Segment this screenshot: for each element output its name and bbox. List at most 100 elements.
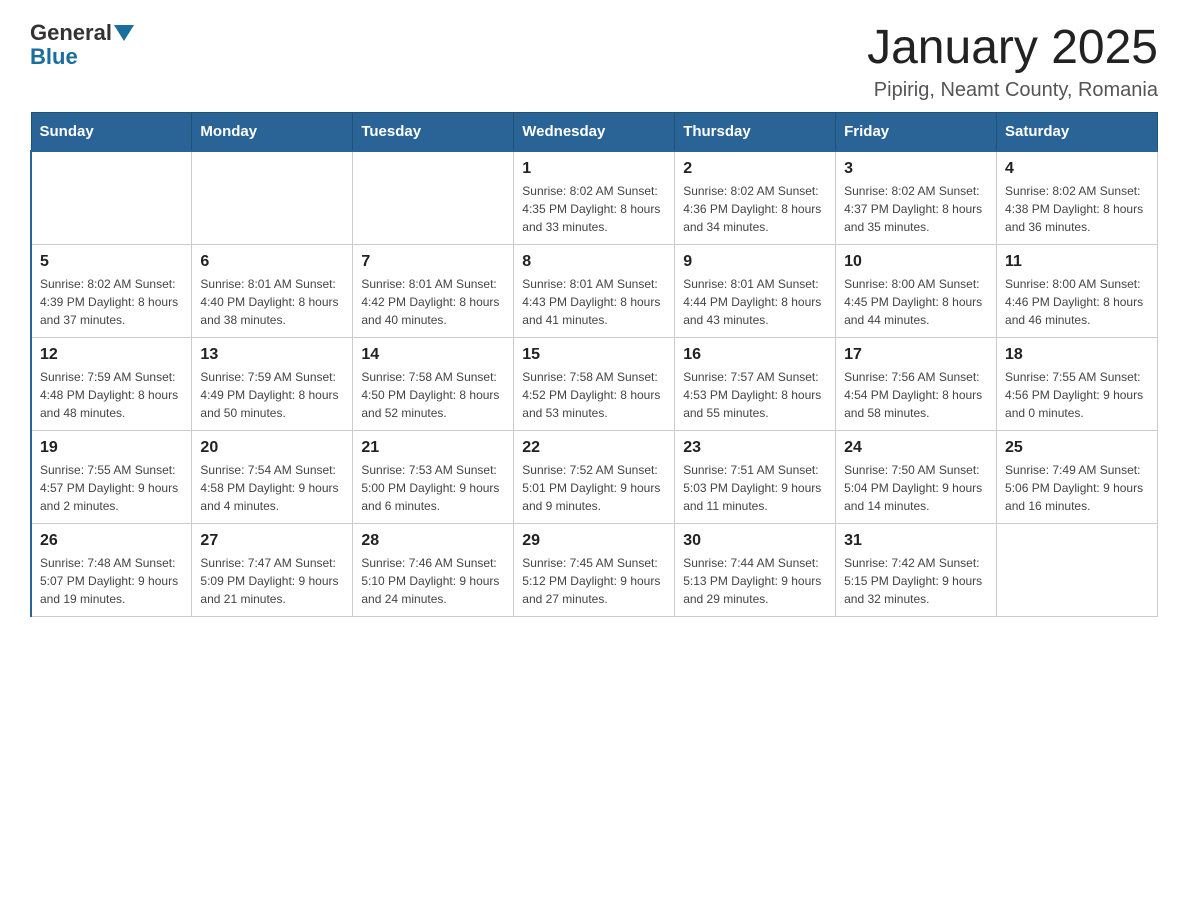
calendar-cell bbox=[31, 151, 192, 245]
day-number: 13 bbox=[200, 346, 344, 364]
day-number: 23 bbox=[683, 439, 827, 457]
day-of-week-header: Saturday bbox=[997, 113, 1158, 152]
day-number: 25 bbox=[1005, 439, 1149, 457]
day-number: 7 bbox=[361, 253, 505, 271]
calendar-cell: 14 Sunrise: 7:58 AM Sunset: 4:50 PM Dayli… bbox=[353, 338, 514, 431]
logo: General Blue bbox=[30, 20, 134, 70]
day-info: Sunrise: 8:02 AM Sunset: 4:37 PM Dayligh… bbox=[844, 182, 988, 236]
day-number: 1 bbox=[522, 160, 666, 178]
day-info: Sunrise: 7:45 AM Sunset: 5:12 PM Dayligh… bbox=[522, 554, 666, 608]
calendar-cell: 29 Sunrise: 7:45 AM Sunset: 5:12 PM Dayli… bbox=[514, 524, 675, 617]
day-number: 19 bbox=[40, 439, 183, 457]
calendar-cell: 9 Sunrise: 8:01 AM Sunset: 4:44 PM Daylig… bbox=[675, 245, 836, 338]
calendar-cell: 7 Sunrise: 8:01 AM Sunset: 4:42 PM Daylig… bbox=[353, 245, 514, 338]
calendar-week-row: 12 Sunrise: 7:59 AM Sunset: 4:48 PM Dayli… bbox=[31, 338, 1158, 431]
day-number: 20 bbox=[200, 439, 344, 457]
day-info: Sunrise: 7:58 AM Sunset: 4:50 PM Dayligh… bbox=[361, 368, 505, 422]
day-info: Sunrise: 8:02 AM Sunset: 4:36 PM Dayligh… bbox=[683, 182, 827, 236]
day-info: Sunrise: 7:55 AM Sunset: 4:57 PM Dayligh… bbox=[40, 461, 183, 515]
calendar-cell: 24Sunrise: 7:50 AM Sunset: 5:04 PM Dayli… bbox=[836, 431, 997, 524]
day-info: Sunrise: 7:48 AM Sunset: 5:07 PM Dayligh… bbox=[40, 554, 183, 608]
calendar-cell bbox=[997, 524, 1158, 617]
calendar-cell: 3Sunrise: 8:02 AM Sunset: 4:37 PM Daylig… bbox=[836, 151, 997, 245]
day-info: Sunrise: 7:56 AM Sunset: 4:54 PM Dayligh… bbox=[844, 368, 988, 422]
title-section: January 2025 Pipirig, Neamt County, Roma… bbox=[867, 20, 1158, 102]
calendar-cell: 16 Sunrise: 7:57 AM Sunset: 4:53 PM Dayli… bbox=[675, 338, 836, 431]
day-number: 10 bbox=[844, 253, 988, 271]
calendar-cell: 1 Sunrise: 8:02 AM Sunset: 4:35 PM Daylig… bbox=[514, 151, 675, 245]
day-number: 16 bbox=[683, 346, 827, 364]
calendar-cell: 6 Sunrise: 8:01 AM Sunset: 4:40 PM Daylig… bbox=[192, 245, 353, 338]
day-number: 4 bbox=[1005, 160, 1149, 178]
calendar-cell: 5Sunrise: 8:02 AM Sunset: 4:39 PM Daylig… bbox=[31, 245, 192, 338]
day-info: Sunrise: 7:57 AM Sunset: 4:53 PM Dayligh… bbox=[683, 368, 827, 422]
calendar-cell: 15Sunrise: 7:58 AM Sunset: 4:52 PM Dayli… bbox=[514, 338, 675, 431]
calendar-cell: 30Sunrise: 7:44 AM Sunset: 5:13 PM Dayli… bbox=[675, 524, 836, 617]
day-info: Sunrise: 8:01 AM Sunset: 4:40 PM Dayligh… bbox=[200, 275, 344, 329]
calendar-cell: 28Sunrise: 7:46 AM Sunset: 5:10 PM Dayli… bbox=[353, 524, 514, 617]
calendar-week-row: 5Sunrise: 8:02 AM Sunset: 4:39 PM Daylig… bbox=[31, 245, 1158, 338]
day-info: Sunrise: 7:47 AM Sunset: 5:09 PM Dayligh… bbox=[200, 554, 344, 608]
calendar-cell: 22 Sunrise: 7:52 AM Sunset: 5:01 PM Dayli… bbox=[514, 431, 675, 524]
day-info: Sunrise: 8:02 AM Sunset: 4:35 PM Dayligh… bbox=[522, 182, 666, 236]
day-info: Sunrise: 8:01 AM Sunset: 4:42 PM Dayligh… bbox=[361, 275, 505, 329]
day-number: 9 bbox=[683, 253, 827, 271]
calendar-cell: 18 Sunrise: 7:55 AM Sunset: 4:56 PM Dayli… bbox=[997, 338, 1158, 431]
day-number: 21 bbox=[361, 439, 505, 457]
calendar-cell: 11 Sunrise: 8:00 AM Sunset: 4:46 PM Dayli… bbox=[997, 245, 1158, 338]
day-info: Sunrise: 8:02 AM Sunset: 4:38 PM Dayligh… bbox=[1005, 182, 1149, 236]
day-info: Sunrise: 7:52 AM Sunset: 5:01 PM Dayligh… bbox=[522, 461, 666, 515]
day-info: Sunrise: 7:42 AM Sunset: 5:15 PM Dayligh… bbox=[844, 554, 988, 608]
day-number: 18 bbox=[1005, 346, 1149, 364]
month-title: January 2025 bbox=[867, 20, 1158, 75]
calendar-cell: 19 Sunrise: 7:55 AM Sunset: 4:57 PM Dayli… bbox=[31, 431, 192, 524]
day-number: 31 bbox=[844, 532, 988, 550]
calendar-cell: 8Sunrise: 8:01 AM Sunset: 4:43 PM Daylig… bbox=[514, 245, 675, 338]
day-info: Sunrise: 7:44 AM Sunset: 5:13 PM Dayligh… bbox=[683, 554, 827, 608]
calendar-cell: 23 Sunrise: 7:51 AM Sunset: 5:03 PM Dayli… bbox=[675, 431, 836, 524]
day-number: 26 bbox=[40, 532, 183, 550]
calendar-cell: 13 Sunrise: 7:59 AM Sunset: 4:49 PM Dayli… bbox=[192, 338, 353, 431]
day-info: Sunrise: 7:55 AM Sunset: 4:56 PM Dayligh… bbox=[1005, 368, 1149, 422]
day-number: 29 bbox=[522, 532, 666, 550]
calendar-cell: 17 Sunrise: 7:56 AM Sunset: 4:54 PM Dayli… bbox=[836, 338, 997, 431]
calendar-cell bbox=[192, 151, 353, 245]
day-number: 12 bbox=[40, 346, 183, 364]
day-info: Sunrise: 8:02 AM Sunset: 4:39 PM Dayligh… bbox=[40, 275, 183, 329]
day-info: Sunrise: 7:49 AM Sunset: 5:06 PM Dayligh… bbox=[1005, 461, 1149, 515]
day-of-week-header: Wednesday bbox=[514, 113, 675, 152]
logo-general-text: General bbox=[30, 20, 112, 46]
calendar-week-row: 1 Sunrise: 8:02 AM Sunset: 4:35 PM Daylig… bbox=[31, 151, 1158, 245]
day-info: Sunrise: 8:00 AM Sunset: 4:45 PM Dayligh… bbox=[844, 275, 988, 329]
day-number: 27 bbox=[200, 532, 344, 550]
day-of-week-header: Tuesday bbox=[353, 113, 514, 152]
calendar-cell: 25 Sunrise: 7:49 AM Sunset: 5:06 PM Dayli… bbox=[997, 431, 1158, 524]
day-number: 6 bbox=[200, 253, 344, 271]
day-info: Sunrise: 7:46 AM Sunset: 5:10 PM Dayligh… bbox=[361, 554, 505, 608]
day-number: 17 bbox=[844, 346, 988, 364]
calendar-week-row: 19 Sunrise: 7:55 AM Sunset: 4:57 PM Dayli… bbox=[31, 431, 1158, 524]
calendar-week-row: 26 Sunrise: 7:48 AM Sunset: 5:07 PM Dayli… bbox=[31, 524, 1158, 617]
calendar-cell: 12 Sunrise: 7:59 AM Sunset: 4:48 PM Dayli… bbox=[31, 338, 192, 431]
day-number: 11 bbox=[1005, 253, 1149, 271]
calendar-cell bbox=[353, 151, 514, 245]
calendar-header-row: SundayMondayTuesdayWednesdayThursdayFrid… bbox=[31, 113, 1158, 152]
day-info: Sunrise: 7:53 AM Sunset: 5:00 PM Dayligh… bbox=[361, 461, 505, 515]
day-of-week-header: Friday bbox=[836, 113, 997, 152]
day-info: Sunrise: 7:59 AM Sunset: 4:48 PM Dayligh… bbox=[40, 368, 183, 422]
page-header: General Blue January 2025 Pipirig, Neamt… bbox=[30, 20, 1158, 102]
calendar-cell: 20 Sunrise: 7:54 AM Sunset: 4:58 PM Dayli… bbox=[192, 431, 353, 524]
day-info: Sunrise: 7:54 AM Sunset: 4:58 PM Dayligh… bbox=[200, 461, 344, 515]
logo-arrow-icon bbox=[114, 25, 134, 41]
day-info: Sunrise: 8:01 AM Sunset: 4:44 PM Dayligh… bbox=[683, 275, 827, 329]
day-info: Sunrise: 7:51 AM Sunset: 5:03 PM Dayligh… bbox=[683, 461, 827, 515]
day-number: 15 bbox=[522, 346, 666, 364]
day-number: 22 bbox=[522, 439, 666, 457]
day-info: Sunrise: 8:01 AM Sunset: 4:43 PM Dayligh… bbox=[522, 275, 666, 329]
calendar-cell: 2Sunrise: 8:02 AM Sunset: 4:36 PM Daylig… bbox=[675, 151, 836, 245]
day-info: Sunrise: 7:59 AM Sunset: 4:49 PM Dayligh… bbox=[200, 368, 344, 422]
day-number: 14 bbox=[361, 346, 505, 364]
calendar-cell: 31 Sunrise: 7:42 AM Sunset: 5:15 PM Dayli… bbox=[836, 524, 997, 617]
day-info: Sunrise: 7:50 AM Sunset: 5:04 PM Dayligh… bbox=[844, 461, 988, 515]
day-info: Sunrise: 8:00 AM Sunset: 4:46 PM Dayligh… bbox=[1005, 275, 1149, 329]
